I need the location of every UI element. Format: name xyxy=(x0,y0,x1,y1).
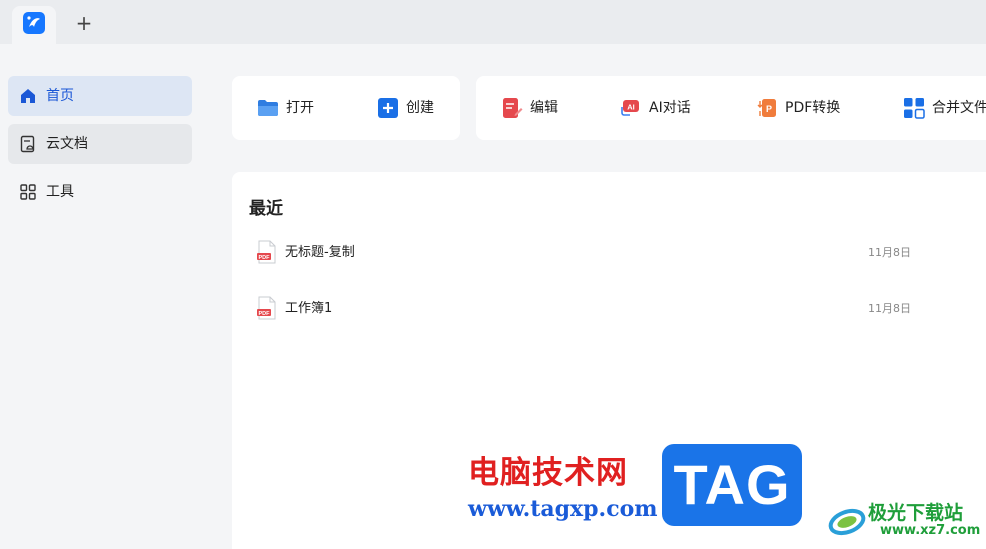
recent-file-row[interactable]: PDF 无标题-复制 11月8日 xyxy=(240,231,930,275)
merge-files-button[interactable]: 合并文件 xyxy=(903,76,986,140)
pdf-file-icon: PDF xyxy=(257,240,277,264)
grid-tools-icon xyxy=(19,183,37,201)
file-date: 11月8日 xyxy=(868,302,911,315)
tools-card: 编辑 AI AI对话 P PDF转换 合并文件 xyxy=(476,76,986,140)
ai-chat-label: AI对话 xyxy=(649,100,691,116)
pdf-file-icon: PDF xyxy=(257,296,277,320)
file-date: 11月8日 xyxy=(868,246,911,259)
sidebar-item-label: 工具 xyxy=(46,184,74,200)
sidebar-item-tools[interactable]: 工具 xyxy=(8,172,192,212)
watermark-site-url: www.tagxp.com xyxy=(468,496,658,522)
svg-text:AI: AI xyxy=(627,103,635,112)
create-button[interactable]: 创建 xyxy=(377,76,457,140)
watermark-tag-logo: TAG xyxy=(662,444,802,526)
svg-text:PDF: PDF xyxy=(259,311,271,317)
merge-files-icon xyxy=(903,97,925,119)
cloud-doc-icon xyxy=(19,135,37,153)
watermark-xz-url: www.xz7.com xyxy=(880,523,981,538)
open-button[interactable]: 打开 xyxy=(257,76,347,140)
app-logo-icon xyxy=(23,12,45,34)
sidebar-item-cloud-docs[interactable]: 云文档 xyxy=(8,124,192,164)
ai-chat-button[interactable]: AI AI对话 xyxy=(620,76,730,140)
pdf-convert-icon: P xyxy=(756,97,778,119)
tab-home[interactable] xyxy=(12,6,56,44)
sidebar-item-label: 云文档 xyxy=(46,136,88,152)
recent-panel: 最近 PDF 无标题-复制 11月8日 PDF 工作簿1 11月8日 xyxy=(232,172,986,549)
pdf-convert-button[interactable]: P PDF转换 xyxy=(756,76,866,140)
file-name: 无标题-复制 xyxy=(285,245,355,260)
svg-text:P: P xyxy=(766,104,772,114)
pdf-convert-label: PDF转换 xyxy=(785,100,841,116)
recent-file-row[interactable]: PDF 工作簿1 11月8日 xyxy=(240,287,930,331)
quick-actions-card: 打开 创建 xyxy=(232,76,460,140)
watermark-xz-name: 极光下载站 xyxy=(868,502,964,524)
sidebar-item-home[interactable]: 首页 xyxy=(8,76,192,116)
edit-button[interactable]: 编辑 xyxy=(501,76,591,140)
recent-title: 最近 xyxy=(249,199,283,219)
svg-text:PDF: PDF xyxy=(259,255,271,261)
ai-chat-icon: AI xyxy=(620,97,642,119)
watermark-xz-logo-icon xyxy=(826,498,868,540)
new-tab-button[interactable]: + xyxy=(72,12,96,36)
open-label: 打开 xyxy=(286,100,314,116)
merge-files-label: 合并文件 xyxy=(932,100,986,116)
home-icon xyxy=(19,87,37,105)
sidebar-item-label: 首页 xyxy=(46,88,74,104)
edit-label: 编辑 xyxy=(530,100,558,116)
create-label: 创建 xyxy=(406,100,434,116)
sidebar: 首页 云文档 工具 xyxy=(0,44,200,549)
plus-square-icon xyxy=(377,97,399,119)
file-name: 工作簿1 xyxy=(285,301,333,316)
edit-doc-icon xyxy=(501,97,523,119)
watermark-site-name: 电脑技术网 xyxy=(468,455,628,491)
folder-open-icon xyxy=(257,97,279,119)
tab-bar: + xyxy=(0,0,986,44)
